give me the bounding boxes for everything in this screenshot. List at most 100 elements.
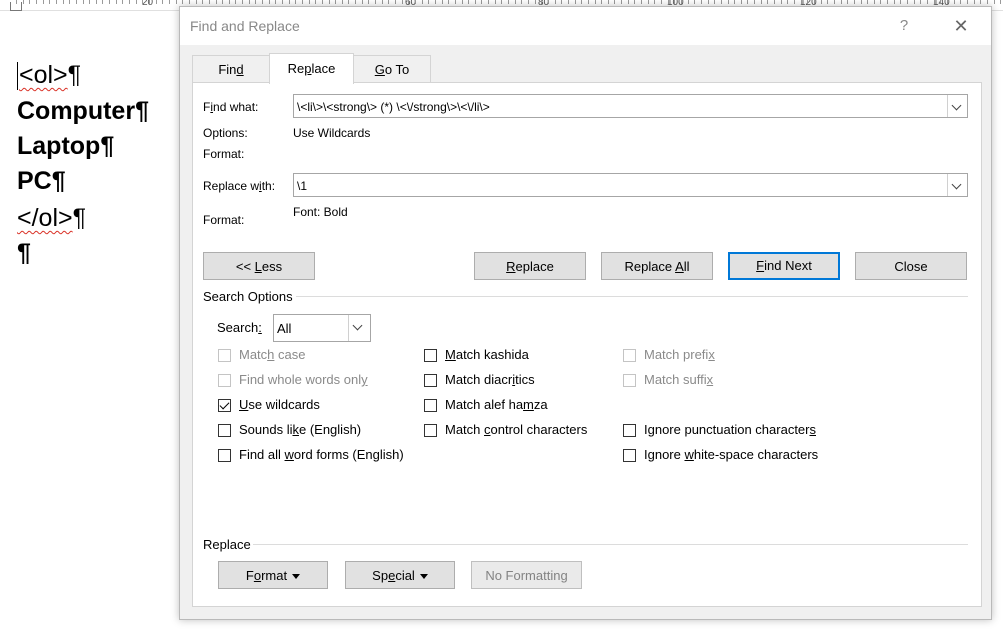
checkbox-box[interactable] — [623, 374, 636, 387]
tab-label: d — [236, 62, 244, 77]
dialog-titlebar[interactable]: Find and Replace ? ✕ — [180, 7, 991, 45]
ruler-tick — [714, 0, 715, 4]
tab-label: G — [374, 62, 385, 77]
checkbox-box[interactable] — [218, 374, 231, 387]
ruler-tick — [122, 0, 123, 4]
replace-button[interactable]: Replace — [474, 252, 586, 280]
ruler-tick — [189, 0, 190, 4]
ruler-tick — [129, 0, 130, 4]
ruler-tick — [382, 0, 383, 4]
ruler-tick — [362, 0, 363, 4]
ruler-tick — [900, 0, 901, 4]
format-label: Format: — [203, 147, 245, 161]
ruler-tick — [462, 0, 463, 4]
ruler-tick — [874, 0, 875, 4]
replace-with-label: Replace with: — [203, 179, 275, 193]
chevron-down-icon[interactable] — [947, 174, 967, 196]
format-menu-button[interactable]: Format — [218, 561, 328, 589]
label-part: M — [445, 347, 456, 362]
ruler-tick — [761, 0, 762, 4]
format-label: Format: — [203, 213, 245, 227]
ruler-tick — [255, 0, 256, 4]
tab-goto[interactable]: Go To — [353, 55, 431, 83]
tab-label: p — [304, 61, 312, 76]
ruler-tick — [595, 0, 596, 4]
ruler-tick — [947, 0, 948, 4]
ruler-tick — [402, 0, 403, 4]
ruler-tick — [960, 0, 961, 4]
ruler-tick — [289, 0, 290, 4]
ruler-tick — [561, 0, 562, 4]
label-part: nd what: — [213, 100, 259, 114]
find-next-button[interactable]: Find Next — [728, 252, 840, 280]
ruler-label: 20 — [142, 0, 154, 8]
ruler-tick — [428, 0, 429, 4]
ruler-tick — [535, 0, 536, 4]
options-value: Use Wildcards — [293, 126, 371, 140]
chevron-down-icon[interactable] — [348, 315, 370, 341]
tab-replace[interactable]: Replace — [269, 53, 354, 84]
tab-find[interactable]: Find — [192, 55, 270, 83]
help-button[interactable]: ? — [892, 15, 916, 37]
checkbox-box[interactable] — [424, 374, 437, 387]
doc-line: </ol>¶ — [17, 203, 86, 233]
checkbox-box[interactable] — [218, 399, 231, 412]
checkbox-box[interactable] — [218, 449, 231, 462]
ruler-tick — [156, 0, 157, 4]
find-what-input[interactable]: \<li\>\<strong\> (*) \<\/strong\>\<\/li\… — [293, 94, 968, 118]
pilcrow-icon: ¶ — [72, 204, 87, 232]
checkbox-label: Ignore punctuation characters — [644, 422, 816, 437]
close-icon[interactable]: ✕ — [947, 15, 975, 37]
label-part: Find all — [239, 447, 285, 462]
checkbox-label: Match prefix — [644, 347, 715, 362]
no-formatting-button[interactable]: No Formatting — [471, 561, 582, 589]
ruler-tick — [994, 0, 995, 4]
options-label: Options: — [203, 126, 248, 140]
checkbox-box[interactable] — [623, 424, 636, 437]
close-button[interactable]: Close — [855, 252, 967, 280]
ruler-tick — [269, 0, 270, 4]
label-part: Ignore — [644, 447, 685, 462]
button-label: o — [253, 568, 262, 583]
ruler-tick — [920, 0, 921, 4]
ruler-tick — [355, 0, 356, 4]
checkbox-box[interactable] — [218, 424, 231, 437]
ruler-tick — [601, 0, 602, 4]
label-part: e (English) — [298, 422, 362, 437]
ruler-tick — [282, 0, 283, 4]
ruler-tick — [388, 0, 389, 4]
label-part: Replace w — [203, 179, 260, 193]
checkbox-box[interactable] — [218, 349, 231, 362]
checkbox-box[interactable] — [623, 349, 636, 362]
label-part: Find whole words onl — [239, 372, 362, 387]
label-part: case — [274, 347, 306, 362]
ruler-tick — [767, 0, 768, 4]
checkbox-box[interactable] — [424, 424, 437, 437]
label-part: : — [258, 320, 262, 335]
checkbox-box[interactable] — [424, 399, 437, 412]
label-part: ord forms (English) — [293, 447, 404, 462]
ruler-tick — [541, 0, 542, 4]
replace-all-button[interactable]: Replace All — [601, 252, 713, 280]
ruler-tick — [754, 0, 755, 4]
label-part: s — [809, 422, 817, 437]
checkbox-box[interactable] — [424, 349, 437, 362]
ruler-tick — [548, 0, 549, 4]
ruler-tick — [83, 0, 84, 4]
ruler-tick — [249, 0, 250, 4]
format-value: Font: Bold — [293, 205, 348, 219]
replace-with-input[interactable]: \1 — [293, 173, 968, 197]
ruler-tick — [741, 0, 742, 4]
label-part: U — [239, 397, 249, 412]
ruler-tick — [435, 0, 436, 4]
search-direction-select[interactable]: All — [273, 314, 371, 342]
ruler-tick — [728, 0, 729, 4]
ruler-tick — [302, 0, 303, 4]
less-button[interactable]: << Less — [203, 252, 315, 280]
chevron-down-icon[interactable] — [947, 95, 967, 117]
special-menu-button[interactable]: Special — [345, 561, 455, 589]
pilcrow-icon: ¶ — [17, 239, 31, 267]
checkbox-box[interactable] — [623, 449, 636, 462]
ruler-tick — [654, 0, 655, 4]
ruler-tick — [887, 0, 888, 4]
